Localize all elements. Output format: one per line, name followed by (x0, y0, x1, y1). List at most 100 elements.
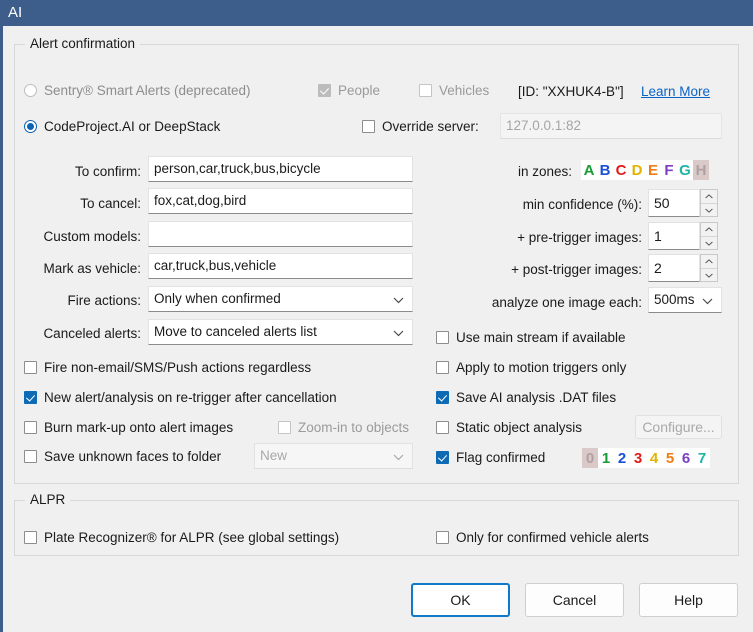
alpr-group: ALPR (14, 492, 739, 556)
checkbox-people-box (318, 84, 331, 97)
zone-letter-c[interactable]: C (613, 160, 629, 180)
checkbox-flag-confirmed-box (436, 451, 449, 464)
zone-letter-d[interactable]: D (629, 160, 645, 180)
label-min-confidence: min confidence (%): (522, 197, 642, 212)
checkbox-static-object-label: Static object analysis (456, 420, 583, 435)
override-server-input[interactable]: 127.0.0.1:82 (500, 113, 722, 139)
checkbox-use-main-stream-label: Use main stream if available (456, 330, 626, 345)
radio-sentry-label: Sentry® Smart Alerts (deprecated) (44, 83, 251, 98)
checkbox-override-server-box (362, 120, 375, 133)
checkbox-override-server[interactable]: Override server: (362, 119, 479, 134)
select-fire-actions[interactable]: Only when confirmed (148, 286, 413, 312)
label-custom-models: Custom models: (43, 229, 141, 244)
select-canceled-alerts[interactable]: Move to canceled alerts list (148, 319, 413, 345)
flag-digit-selector[interactable]: 01234567 (582, 448, 710, 468)
zone-letter-g[interactable]: G (677, 160, 693, 180)
sentry-id-text: [ID: "XXHUK4-B"] (518, 84, 624, 99)
chevron-down-icon (702, 288, 713, 312)
flag-digit-0[interactable]: 0 (582, 448, 598, 468)
zone-letter-e[interactable]: E (645, 160, 661, 180)
select-faces-folder-value: New (260, 448, 288, 463)
radio-sentry-smart-alerts[interactable]: Sentry® Smart Alerts (deprecated) (24, 83, 251, 98)
flag-digit-2[interactable]: 2 (614, 448, 630, 468)
checkbox-save-unknown-faces-label: Save unknown faces to folder (44, 449, 222, 464)
checkbox-only-confirmed-label: Only for confirmed vehicle alerts (456, 530, 649, 545)
flag-digit-5[interactable]: 5 (662, 448, 678, 468)
checkbox-static-object-analysis[interactable]: Static object analysis (436, 420, 582, 435)
checkbox-override-server-label: Override server: (382, 119, 479, 134)
spinner-down-icon[interactable] (701, 268, 717, 281)
spinner-up-icon[interactable] (701, 190, 717, 203)
input-mark-as-vehicle[interactable]: car,truck,bus,vehicle (148, 253, 413, 279)
chevron-down-icon (393, 320, 404, 344)
radio-codeproject-indicator (24, 120, 37, 133)
input-custom-models[interactable] (148, 221, 413, 247)
checkbox-burn-markup[interactable]: Burn mark-up onto alert images (24, 420, 233, 435)
zone-letter-a[interactable]: A (581, 160, 597, 180)
window-title: AI (8, 4, 23, 21)
checkbox-apply-motion-box (436, 361, 449, 374)
help-button[interactable]: Help (639, 583, 738, 617)
checkbox-new-alert-on-retrigger[interactable]: New alert/analysis on re-trigger after c… (24, 390, 337, 405)
flag-digit-6[interactable]: 6 (678, 448, 694, 468)
spinner-min-confidence-value[interactable]: 50 (648, 189, 700, 217)
checkbox-save-dat-files[interactable]: Save AI analysis .DAT files (436, 390, 616, 405)
learn-more-link[interactable]: Learn More (641, 84, 710, 99)
input-to-confirm[interactable]: person,car,truck,bus,bicycle (148, 156, 413, 182)
spinner-min-confidence-buttons[interactable] (700, 189, 718, 217)
chevron-down-icon (393, 287, 404, 311)
ok-button[interactable]: OK (411, 583, 510, 617)
label-in-zones: in zones: (517, 164, 572, 179)
spinner-post-trigger-buttons[interactable] (700, 254, 718, 282)
spinner-pre-trigger-buttons[interactable] (700, 222, 718, 250)
checkbox-plate-recognizer-label: Plate Recognizer® for ALPR (see global s… (44, 530, 340, 545)
zone-letter-f[interactable]: F (661, 160, 677, 180)
checkbox-static-object-box (436, 421, 449, 434)
checkbox-zoom-in-to-objects: Zoom-in to objects (278, 420, 409, 435)
select-analyze-interval[interactable]: 500ms (648, 287, 722, 313)
flag-digit-1[interactable]: 1 (598, 448, 614, 468)
checkbox-new-alert-box (24, 391, 37, 404)
configure-button[interactable]: Configure... (635, 415, 722, 439)
checkbox-save-unknown-faces[interactable]: Save unknown faces to folder (24, 449, 221, 464)
select-faces-folder[interactable]: New (254, 443, 413, 469)
checkbox-use-main-stream[interactable]: Use main stream if available (436, 330, 626, 345)
checkbox-zoom-in-box (278, 421, 291, 434)
zone-selector[interactable]: ABCDEFGH (581, 160, 709, 180)
checkbox-fire-non-email-actions[interactable]: Fire non-email/SMS/Push actions regardle… (24, 360, 311, 375)
chevron-down-icon (393, 444, 404, 468)
checkbox-flag-confirmed[interactable]: Flag confirmed (436, 450, 545, 465)
spinner-down-icon[interactable] (701, 203, 717, 216)
spinner-up-icon[interactable] (701, 255, 717, 268)
radio-codeproject-label: CodeProject.AI or DeepStack (44, 119, 221, 134)
radio-codeproject-deepstack[interactable]: CodeProject.AI or DeepStack (24, 119, 220, 134)
checkbox-plate-recognizer[interactable]: Plate Recognizer® for ALPR (see global s… (24, 530, 339, 545)
label-canceled-alerts: Canceled alerts: (43, 326, 141, 341)
checkbox-only-confirmed-vehicle-alerts[interactable]: Only for confirmed vehicle alerts (436, 530, 649, 545)
select-canceled-alerts-value: Move to canceled alerts list (154, 324, 317, 339)
spinner-post-trigger-value[interactable]: 2 (648, 254, 700, 282)
label-post-trigger-images: + post-trigger images: (511, 262, 642, 277)
checkbox-burn-markup-box (24, 421, 37, 434)
input-to-cancel[interactable]: fox,cat,dog,bird (148, 188, 413, 214)
flag-digit-7[interactable]: 7 (694, 448, 710, 468)
spinner-down-icon[interactable] (701, 236, 717, 249)
spinner-pre-trigger-value[interactable]: 1 (648, 222, 700, 250)
checkbox-save-unknown-faces-box (24, 450, 37, 463)
checkbox-apply-motion-triggers[interactable]: Apply to motion triggers only (436, 360, 626, 375)
checkbox-fire-non-email-label: Fire non-email/SMS/Push actions regardle… (44, 360, 312, 375)
spinner-up-icon[interactable] (701, 223, 717, 236)
checkbox-only-confirmed-box (436, 531, 449, 544)
checkbox-use-main-stream-box (436, 331, 449, 344)
flag-digit-3[interactable]: 3 (630, 448, 646, 468)
cancel-button[interactable]: Cancel (525, 583, 624, 617)
checkbox-apply-motion-label: Apply to motion triggers only (456, 360, 627, 375)
zone-letter-b[interactable]: B (597, 160, 613, 180)
label-fire-actions: Fire actions: (67, 293, 141, 308)
ai-settings-dialog: AI Alert confirmation Sentry® Smart Aler… (0, 0, 753, 632)
checkbox-fire-non-email-box (24, 361, 37, 374)
checkbox-vehicles-label: Vehicles (439, 83, 490, 98)
label-analyze-one-image-each: analyze one image each: (491, 295, 642, 310)
zone-letter-h[interactable]: H (693, 160, 709, 180)
flag-digit-4[interactable]: 4 (646, 448, 662, 468)
